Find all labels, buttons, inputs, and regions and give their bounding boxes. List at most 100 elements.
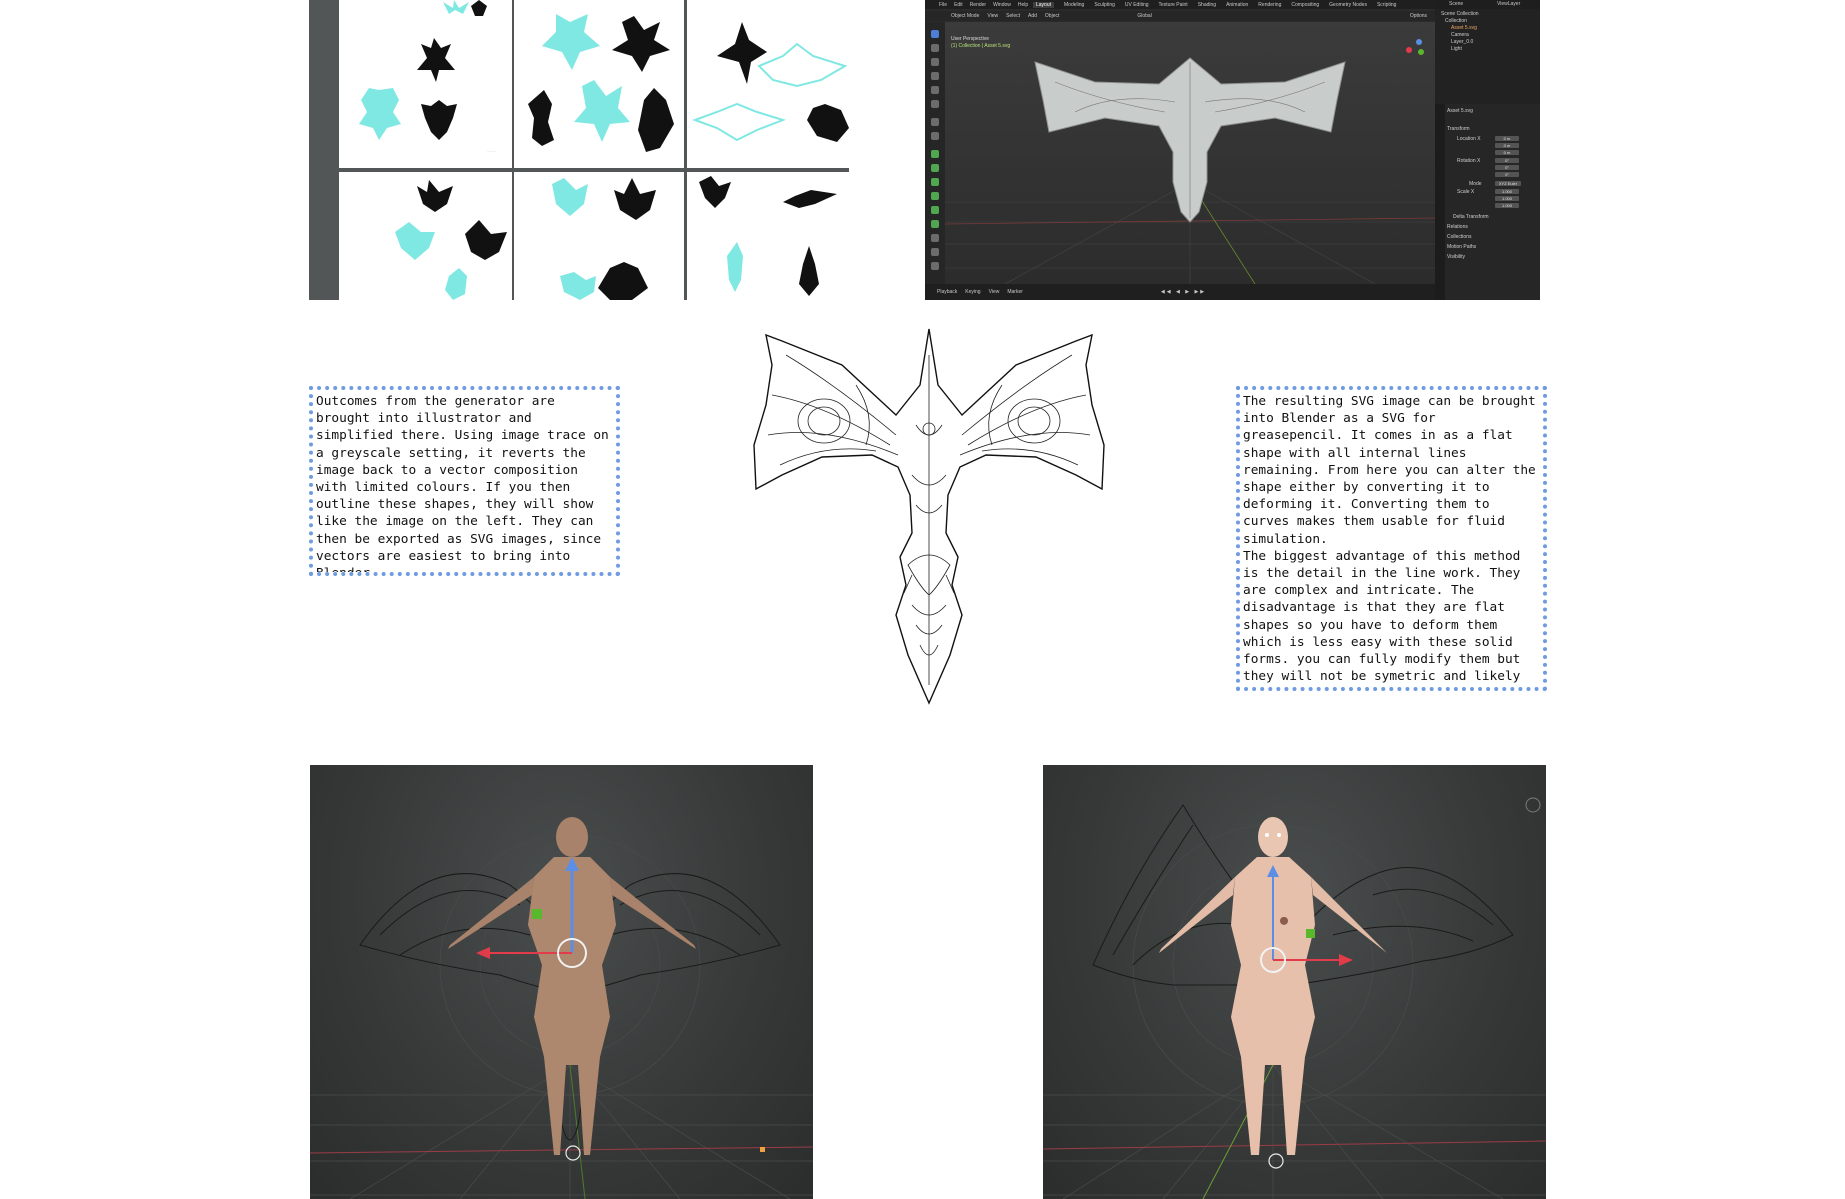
outliner-asset-svg[interactable]: Asset 5.svg [1451,25,1477,31]
render-front-scene [1043,797,1546,1199]
annotate-tool-icon[interactable] [931,118,939,126]
artboard-6-shapes [699,176,837,296]
outliner: Scene Collection Collection Asset 5.svg … [1435,9,1540,104]
props-mode-label: Mode [1469,181,1482,187]
outliner-light[interactable]: Light [1451,46,1462,52]
blender-render-front-view [1043,765,1546,1199]
3d-viewport[interactable]: User Perspective (1) Collection | Asset … [945,22,1435,284]
scale-x-field[interactable]: 1.000 [1495,189,1519,194]
menu-timeline-view[interactable]: View [989,289,1000,295]
fill-tool-icon[interactable] [931,178,939,186]
menu-select[interactable]: Select [1006,13,1020,19]
scene-selector[interactable]: Scene [1449,1,1463,7]
tab-animation[interactable]: Animation [1226,2,1248,8]
menu-playback[interactable]: Playback [937,289,957,295]
outliner-camera[interactable]: Camera [1451,32,1469,38]
artboard-3 [687,0,849,168]
outliner-collection[interactable]: Collection [1445,18,1467,24]
light-marker-icon [760,1147,765,1152]
artboard-1: ········· [339,0,512,168]
props-transform-header[interactable]: Transform [1447,126,1470,132]
transform-tool-icon[interactable] [931,100,939,108]
cursor-tool-icon[interactable] [931,44,939,52]
props-collections[interactable]: Collections [1447,234,1471,240]
cyan-inkblot [542,14,630,142]
tab-modeling[interactable]: Modeling [1064,2,1084,8]
cyan-inkblot [727,242,743,292]
tab-rendering[interactable]: Rendering [1258,2,1281,8]
draw-tool-icon[interactable] [931,150,939,158]
mode-dropdown[interactable]: Object Mode [951,13,979,19]
select-tool-icon[interactable] [931,30,939,38]
cutter-tool-icon[interactable] [931,206,939,214]
outliner-scene-collection[interactable]: Scene Collection [1441,11,1479,17]
artboard-3-shapes [692,22,849,142]
tab-layout[interactable]: Layout [1033,2,1055,8]
move-tool-icon[interactable] [931,58,939,66]
eyedropper-tool-icon[interactable] [931,220,939,228]
location-y-field[interactable]: 0 m [1495,143,1519,148]
outliner-layer[interactable]: Layer_0.0 [1451,39,1473,45]
menu-object[interactable]: Object [1045,13,1059,19]
scale-tool-icon[interactable] [931,86,939,94]
properties-editor: Asset 5.svg Transform Location X 0 m 0 m… [1435,104,1540,300]
playback-controls-icon[interactable]: ◀◀ ◀ ▶ ▶▶ [1161,289,1206,295]
location-x-field[interactable]: 0 m [1495,136,1519,141]
black-inkblot [699,176,837,296]
menu-keying[interactable]: Keying [965,289,980,295]
viewport-corner-icon [1525,797,1541,813]
props-motion-paths[interactable]: Motion Paths [1447,244,1476,250]
location-z-field[interactable]: 0 m [1495,150,1519,155]
right-description-textbox: The resulting SVG image can be brought i… [1236,386,1547,691]
scale-y-field[interactable]: 1.000 [1495,196,1519,201]
props-scale-label: Scale X [1457,189,1475,195]
rotate-tool-icon[interactable] [931,72,939,80]
options-button[interactable]: Options [1410,13,1427,19]
cyan-inkblot [395,222,467,300]
artboard-2-shapes [528,14,674,152]
plane-handle-icon [532,909,542,919]
props-relations[interactable]: Relations [1447,224,1468,230]
artboard-4 [339,172,512,300]
rotation-x-field[interactable]: 0° [1495,158,1519,163]
artboard-5-shapes [552,178,656,300]
props-rotation-label: Rotation X [1457,158,1481,164]
artboard-6 [687,172,849,300]
rotation-mode-dropdown[interactable]: XYZ Euler [1495,181,1521,186]
erase-tool-icon[interactable] [931,164,939,172]
line-tool-icon[interactable] [931,234,939,242]
artboard-4-shapes [395,180,507,300]
artboard-2 [514,0,684,168]
view-layer-selector[interactable]: ViewLayer [1497,1,1520,7]
props-delta-transform[interactable]: Delta Transform [1453,214,1489,220]
transform-orientation-dropdown[interactable]: Global [1137,13,1151,19]
tab-compositing[interactable]: Compositing [1291,2,1319,8]
tab-texture-paint[interactable]: Texture Paint [1159,2,1188,8]
tint-tool-icon[interactable] [931,192,939,200]
cyan-inkblot [552,178,596,300]
menu-view[interactable]: View [987,13,998,19]
rotation-y-field[interactable]: 0° [1495,165,1519,170]
rotation-z-field[interactable]: 0° [1495,172,1519,177]
tab-uv-editing[interactable]: UV Editing [1125,2,1149,8]
menu-marker[interactable]: Marker [1007,289,1023,295]
tab-sculpting[interactable]: Sculpting [1094,2,1115,8]
polyline-tool-icon[interactable] [931,248,939,256]
arc-tool-icon[interactable] [931,262,939,270]
menu-add[interactable]: Add [1028,13,1037,19]
tab-geometry-nodes[interactable]: Geometry Nodes [1329,2,1367,8]
properties-tabs[interactable] [1435,104,1445,300]
tab-shading[interactable]: Shading [1198,2,1216,8]
navigation-gizmo[interactable] [1406,39,1424,55]
timeline-bar: Playback Keying View Marker ◀◀ ◀ ▶ ▶▶ [925,284,1435,300]
render-back-scene [310,817,813,1199]
tab-scripting[interactable]: Scripting [1377,2,1396,8]
workspace-tabs: Layout Modeling Sculpting UV Editing Tex… [925,1,1435,9]
measure-tool-icon[interactable] [931,132,939,140]
cyan-inkblot [359,88,401,140]
x-arrow-icon [476,947,490,959]
left-description-textbox: Outcomes from the generator are brought … [309,386,620,576]
props-visibility[interactable]: Visibility [1447,254,1465,260]
scale-z-field[interactable]: 1.000 [1495,203,1519,208]
right-panels: Scene ViewLayer Scene Collection Collect… [1435,0,1540,300]
